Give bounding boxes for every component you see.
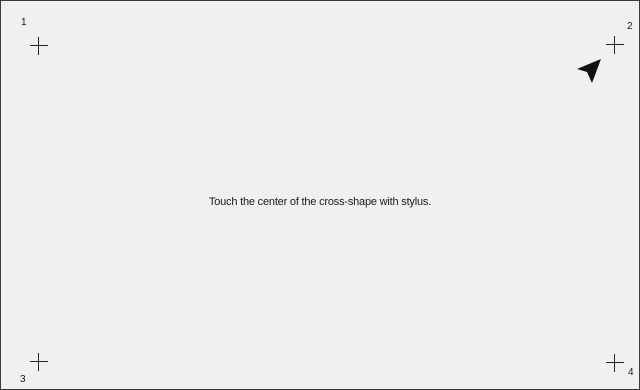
target-3-label: 3 (20, 374, 26, 385)
target-4-label: 4 (628, 367, 634, 378)
crosshair-target-1-icon[interactable] (30, 37, 48, 55)
crosshair-target-3-icon[interactable] (30, 353, 48, 371)
calibration-screen[interactable]: 1 2 Touch the center of the cross-shape … (0, 0, 640, 390)
target-1-label: 1 (21, 17, 27, 28)
crosshair-target-2-icon[interactable] (606, 36, 624, 54)
calibration-instruction: Touch the center of the cross-shape with… (208, 196, 432, 208)
crosshair-target-4-icon[interactable] (606, 354, 624, 372)
target-2-label: 2 (627, 21, 633, 32)
arrow-pointer-icon (577, 59, 601, 83)
